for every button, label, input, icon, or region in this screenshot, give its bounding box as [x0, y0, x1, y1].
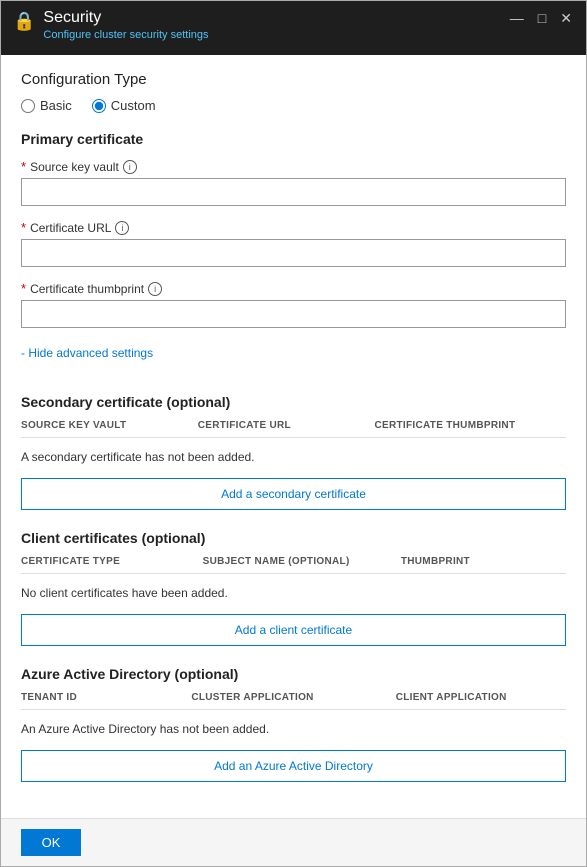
certificate-url-group: * Certificate URL i [21, 220, 566, 267]
custom-label: Custom [111, 98, 156, 113]
minimize-button[interactable]: — [506, 11, 528, 25]
configuration-type-section: Configuration Type Basic Custom [21, 71, 566, 113]
required-star-2: * [21, 220, 26, 235]
azure-ad-table-header: TENANT ID CLUSTER APPLICATION CLIENT APP… [21, 692, 566, 710]
secondary-certificate-section: Secondary certificate (optional) SOURCE … [21, 394, 566, 510]
secondary-col-source: SOURCE KEY VAULT [21, 420, 198, 431]
config-type-radio-group: Basic Custom [21, 98, 566, 113]
title-bar-text: Security Configure cluster security sett… [43, 9, 505, 41]
main-content: Configuration Type Basic Custom Primary … [1, 55, 586, 818]
radio-basic-label[interactable]: Basic [21, 98, 72, 113]
source-key-vault-text: Source key vault [30, 160, 119, 174]
window-title: Security [43, 9, 505, 27]
certificate-thumbprint-text: Certificate thumbprint [30, 282, 144, 296]
radio-custom[interactable] [92, 99, 106, 113]
client-col-type: CERTIFICATE TYPE [21, 556, 203, 567]
azure-col-tenant: TENANT ID [21, 692, 191, 703]
add-secondary-cert-button[interactable]: Add a secondary certificate [21, 478, 566, 510]
title-bar: 🔒 Security Configure cluster security se… [1, 1, 586, 55]
radio-basic[interactable] [21, 99, 35, 113]
secondary-cert-empty-message: A secondary certificate has not been add… [21, 442, 566, 472]
config-type-label: Configuration Type [21, 71, 566, 88]
client-cert-table-header: CERTIFICATE TYPE SUBJECT NAME (OPTIONAL)… [21, 556, 566, 574]
source-key-vault-input[interactable] [21, 178, 566, 206]
required-star-1: * [21, 159, 26, 174]
certificate-thumbprint-label: * Certificate thumbprint i [21, 281, 566, 296]
azure-ad-section: Azure Active Directory (optional) TENANT… [21, 666, 566, 782]
add-client-cert-button[interactable]: Add a client certificate [21, 614, 566, 646]
client-col-thumbprint: THUMBPRINT [401, 556, 566, 567]
restore-button[interactable]: □ [534, 11, 550, 25]
certificate-url-info-icon: i [115, 221, 129, 235]
certificate-thumbprint-input[interactable] [21, 300, 566, 328]
azure-ad-empty-message: An Azure Active Directory has not been a… [21, 714, 566, 744]
secondary-cert-title: Secondary certificate (optional) [21, 394, 566, 410]
azure-ad-title: Azure Active Directory (optional) [21, 666, 566, 682]
required-star-3: * [21, 281, 26, 296]
footer: OK [1, 818, 586, 866]
basic-label: Basic [40, 98, 72, 113]
client-cert-title: Client certificates (optional) [21, 530, 566, 546]
radio-custom-label[interactable]: Custom [92, 98, 156, 113]
window-controls: — □ ✕ [506, 11, 576, 25]
azure-col-client-app: CLIENT APPLICATION [396, 692, 566, 703]
secondary-not-text: not [168, 450, 185, 464]
primary-certificate-section: Primary certificate * Source key vault i… [21, 131, 566, 374]
source-key-vault-group: * Source key vault i [21, 159, 566, 206]
certificate-thumbprint-group: * Certificate thumbprint i [21, 281, 566, 328]
security-icon: 🔒 [13, 11, 35, 32]
secondary-col-thumb: CERTIFICATE THUMBPRINT [375, 420, 566, 431]
secondary-cert-table-header: SOURCE KEY VAULT CERTIFICATE URL CERTIFI… [21, 420, 566, 438]
client-cert-empty-message: No client certificates have been added. [21, 578, 566, 608]
primary-cert-title: Primary certificate [21, 131, 566, 147]
hide-advanced-settings-link[interactable]: - Hide advanced settings [21, 346, 153, 360]
close-button[interactable]: ✕ [556, 11, 576, 25]
azure-col-cluster-app: CLUSTER APPLICATION [191, 692, 395, 703]
certificate-url-input[interactable] [21, 239, 566, 267]
client-col-subject: SUBJECT NAME (OPTIONAL) [203, 556, 401, 567]
certificate-url-text: Certificate URL [30, 221, 111, 235]
secondary-col-url: CERTIFICATE URL [198, 420, 375, 431]
security-window: 🔒 Security Configure cluster security se… [0, 0, 587, 867]
source-key-vault-info-icon: i [123, 160, 137, 174]
client-certificates-section: Client certificates (optional) CERTIFICA… [21, 530, 566, 646]
source-key-vault-label: * Source key vault i [21, 159, 566, 174]
ok-button[interactable]: OK [21, 829, 81, 856]
certificate-url-label: * Certificate URL i [21, 220, 566, 235]
add-azure-ad-button[interactable]: Add an Azure Active Directory [21, 750, 566, 782]
cert-thumbprint-info-icon: i [148, 282, 162, 296]
window-subtitle: Configure cluster security settings [43, 29, 505, 41]
